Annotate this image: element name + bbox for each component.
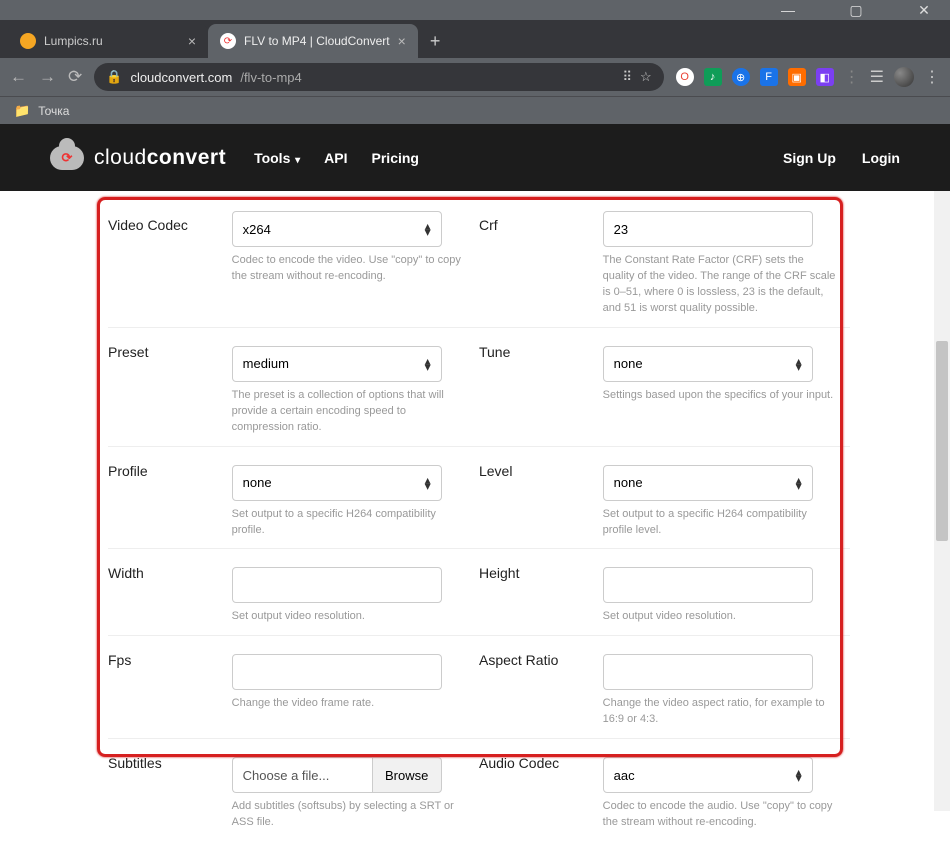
label-width: Width	[108, 549, 232, 636]
help-crf: The Constant Rate Factor (CRF) sets the …	[603, 253, 838, 317]
tab-title: Lumpics.ru	[44, 34, 103, 48]
chevron-down-icon: ▾	[292, 155, 300, 166]
input-aspect-ratio[interactable]	[603, 654, 813, 690]
nav-reload-icon[interactable]: ⟳	[68, 67, 82, 87]
ext-icon[interactable]: ⊕	[732, 68, 750, 86]
help-subtitles: Add subtitles (softsubs) by selecting a …	[232, 799, 467, 831]
ext-icon[interactable]: F	[760, 68, 778, 86]
window-controls: — ▢ ✕	[0, 0, 950, 20]
help-profile: Set output to a specific H264 compatibil…	[232, 507, 467, 539]
logo-text: cloudconvert	[94, 146, 226, 170]
label-tune: Tune	[479, 327, 603, 446]
browse-button[interactable]: Browse	[372, 757, 442, 793]
window-maximize[interactable]: ▢	[836, 2, 876, 19]
select-audio-codec[interactable]: aac▴▾	[603, 757, 813, 793]
tab-close-icon[interactable]: ×	[188, 33, 196, 49]
sort-icon: ▴▾	[796, 358, 802, 370]
tab-lumpics[interactable]: Lumpics.ru ×	[8, 24, 208, 58]
favicon: ⟳	[220, 33, 236, 49]
reading-list-icon[interactable]: ☰	[870, 67, 884, 87]
window-close[interactable]: ✕	[904, 2, 944, 19]
translate-icon[interactable]: ⠿	[622, 69, 632, 85]
page-scrollbar[interactable]	[934, 191, 950, 811]
input-crf[interactable]	[603, 211, 813, 247]
select-preset[interactable]: medium▴▾	[232, 346, 442, 382]
nav-login[interactable]: Login	[862, 150, 900, 166]
nav-pricing[interactable]: Pricing	[372, 150, 419, 166]
star-icon[interactable]: ☆	[640, 69, 652, 85]
sort-icon: ▴▾	[425, 223, 431, 235]
ext-icon[interactable]: O	[676, 68, 694, 86]
label-audio-codec: Audio Codec	[479, 739, 603, 841]
help-audio-codec: Codec to encode the audio. Use "copy" to…	[603, 799, 838, 831]
primary-nav: Tools ▾ API Pricing	[254, 150, 419, 166]
nav-signup[interactable]: Sign Up	[783, 150, 836, 166]
folder-icon: 📁	[14, 103, 30, 119]
help-width: Set output video resolution.	[232, 609, 467, 625]
select-profile[interactable]: none▴▾	[232, 465, 442, 501]
lock-icon: 🔒	[106, 69, 122, 85]
ext-icon[interactable]: ▣	[788, 68, 806, 86]
window-minimize[interactable]: —	[768, 2, 808, 18]
kebab-menu-icon[interactable]: ⋮	[924, 67, 940, 87]
tab-title: FLV to MP4 | CloudConvert	[244, 34, 390, 48]
label-preset: Preset	[108, 327, 232, 446]
label-height: Height	[479, 549, 603, 636]
auth-nav: Sign Up Login	[783, 150, 900, 166]
ext-icon[interactable]: ♪	[704, 68, 722, 86]
file-subtitles[interactable]: Choose a file... Browse	[232, 757, 442, 793]
scrollbar-thumb[interactable]	[936, 341, 948, 541]
input-width[interactable]	[232, 567, 442, 603]
label-profile: Profile	[108, 446, 232, 549]
page-body: ⟳ cloudconvert Tools ▾ API Pricing Sign …	[0, 124, 950, 841]
profile-avatar[interactable]	[894, 67, 914, 87]
label-video-codec: Video Codec	[108, 201, 232, 327]
tab-cloudconvert[interactable]: ⟳ FLV to MP4 | CloudConvert ×	[208, 24, 418, 58]
help-video-codec: Codec to encode the video. Use "copy" to…	[232, 253, 467, 285]
url-host: cloudconvert.com	[130, 70, 232, 85]
help-height: Set output video resolution.	[603, 609, 838, 625]
label-crf: Crf	[479, 201, 603, 327]
tab-strip: Lumpics.ru × ⟳ FLV to MP4 | CloudConvert…	[0, 20, 950, 58]
bookmark-folder[interactable]: Точка	[38, 104, 69, 118]
nav-back-icon[interactable]: ←	[10, 67, 27, 87]
label-fps: Fps	[108, 636, 232, 739]
sort-icon: ▴▾	[796, 769, 802, 781]
select-level[interactable]: none▴▾	[603, 465, 813, 501]
file-name-display: Choose a file...	[232, 757, 372, 793]
ext-icon[interactable]: ◧	[816, 68, 834, 86]
sort-icon: ▴▾	[425, 477, 431, 489]
ext-separator: ⋮	[844, 67, 860, 87]
favicon	[20, 33, 36, 49]
logo[interactable]: ⟳ cloudconvert	[50, 146, 226, 170]
nav-tools[interactable]: Tools ▾	[254, 150, 300, 166]
bookmarks-bar: 📁 Точка	[0, 96, 950, 124]
sort-icon: ▴▾	[796, 477, 802, 489]
cloud-icon: ⟳	[50, 146, 84, 170]
app-header: ⟳ cloudconvert Tools ▾ API Pricing Sign …	[0, 124, 950, 191]
url-path: /flv-to-mp4	[240, 70, 301, 85]
select-tune[interactable]: none▴▾	[603, 346, 813, 382]
help-level: Set output to a specific H264 compatibil…	[603, 507, 838, 539]
tab-close-icon[interactable]: ×	[398, 33, 406, 49]
sort-icon: ▴▾	[425, 358, 431, 370]
label-subtitles: Subtitles	[108, 739, 232, 841]
help-tune: Settings based upon the specifics of you…	[603, 388, 838, 404]
address-bar: ← → ⟳ 🔒 cloudconvert.com/flv-to-mp4 ⠿ ☆ …	[0, 58, 950, 96]
help-aspect-ratio: Change the video aspect ratio, for examp…	[603, 696, 838, 728]
omnibox[interactable]: 🔒 cloudconvert.com/flv-to-mp4 ⠿ ☆	[94, 63, 663, 91]
input-fps[interactable]	[232, 654, 442, 690]
label-level: Level	[479, 446, 603, 549]
select-video-codec[interactable]: x264▴▾	[232, 211, 442, 247]
new-tab-button[interactable]: +	[418, 31, 453, 58]
options-form: Video Codec x264▴▾ Codec to encode the v…	[108, 201, 850, 841]
help-fps: Change the video frame rate.	[232, 696, 467, 712]
nav-api[interactable]: API	[324, 150, 347, 166]
nav-forward-icon[interactable]: →	[39, 67, 56, 87]
help-preset: The preset is a collection of options th…	[232, 388, 467, 436]
extensions: O ♪ ⊕ F ▣ ◧ ⋮ ☰ ⋮	[676, 67, 940, 87]
label-aspect-ratio: Aspect Ratio	[479, 636, 603, 739]
input-height[interactable]	[603, 567, 813, 603]
